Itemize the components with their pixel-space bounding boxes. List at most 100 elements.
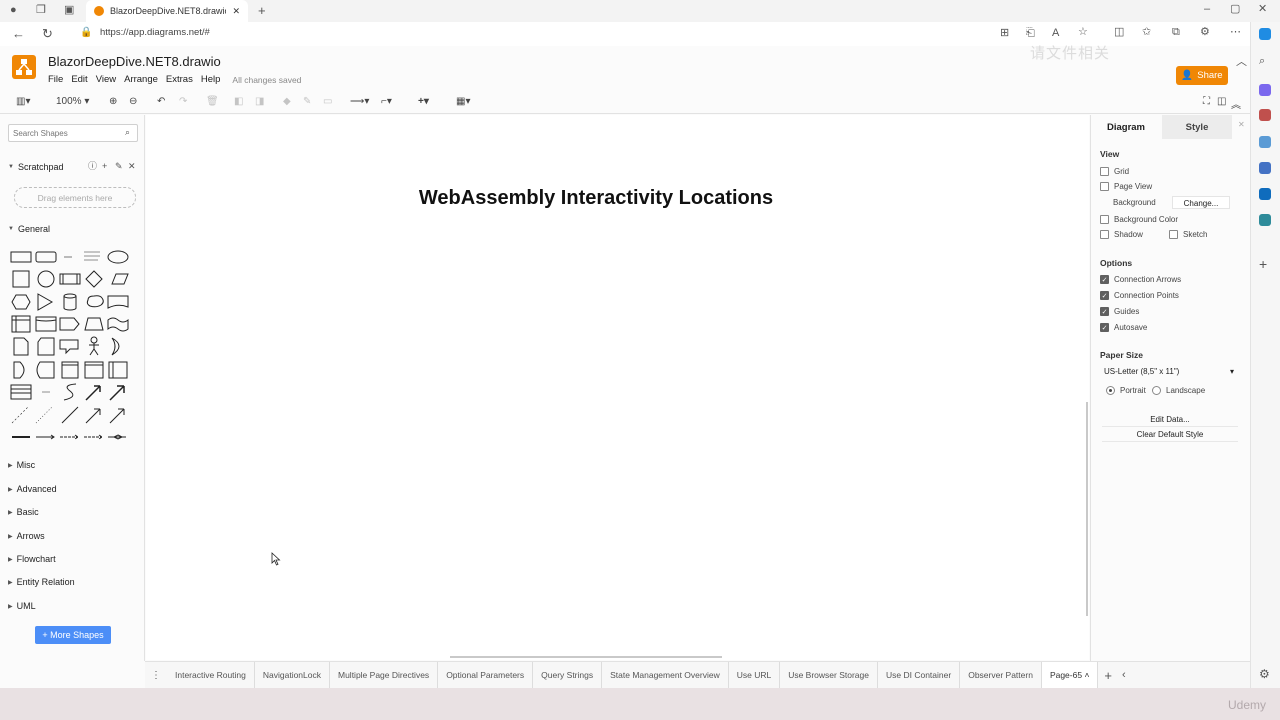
shape-process[interactable] (59, 273, 81, 285)
portrait-radio[interactable] (1106, 386, 1115, 395)
landscape-option[interactable]: Landscape (1152, 386, 1205, 395)
scratchpad-edit-icon[interactable]: ✎ (115, 162, 123, 171)
shape-square[interactable] (12, 270, 30, 288)
page-view-option[interactable]: Page View (1100, 182, 1152, 191)
minimize-icon[interactable]: – (1204, 4, 1210, 15)
menu-view[interactable]: View (96, 74, 116, 85)
library-flowchart[interactable]: ▶ Flowchart (8, 554, 56, 564)
guides-checkbox[interactable]: ✓ (1100, 307, 1109, 316)
shape-actor[interactable] (89, 336, 99, 356)
shape-textbox[interactable] (84, 251, 100, 261)
close-window-icon[interactable]: ✕ (1258, 4, 1267, 15)
apps-icon[interactable]: ⊞ (1000, 28, 1009, 39)
more-shapes-button[interactable]: + More Shapes (35, 626, 111, 644)
scratchpad-dropzone[interactable]: Drag elements here (14, 187, 136, 208)
shape-line[interactable] (61, 406, 79, 424)
library-basic[interactable]: ▶ Basic (8, 507, 39, 517)
undo-icon[interactable]: ↶ (157, 96, 165, 107)
format-toggle-icon[interactable]: ◫ (1217, 96, 1226, 107)
background-color-option[interactable]: Background Color (1100, 215, 1178, 224)
sidebar-add-icon[interactable]: + (1259, 257, 1267, 271)
library-advanced[interactable]: ▶ Advanced (8, 484, 57, 494)
delete-icon[interactable]: 🗑 (206, 96, 219, 107)
insert-icon[interactable]: +▾ (418, 96, 429, 107)
zoom-in-icon[interactable]: ⊕ (109, 96, 117, 107)
library-entity-relation[interactable]: ▶ Entity Relation (8, 577, 75, 587)
restore-icon[interactable]: ▢ (1230, 4, 1240, 15)
tab-style[interactable]: Style (1162, 115, 1232, 139)
to-back-icon[interactable]: ◨ (255, 96, 264, 107)
autosave-checkbox[interactable]: ✓ (1100, 323, 1109, 332)
clear-default-style-button[interactable]: Clear Default Style (1102, 428, 1238, 442)
to-front-icon[interactable]: ◧ (234, 96, 243, 107)
shape-data-storage[interactable] (36, 361, 55, 379)
tab-close-icon[interactable]: ✕ (232, 6, 240, 17)
shape-link-dashed[interactable] (60, 434, 79, 440)
connection-points-option[interactable]: ✓ Connection Points (1100, 291, 1179, 300)
workspaces-icon[interactable]: ❐ (36, 5, 46, 16)
redo-icon[interactable]: ↷ (179, 96, 187, 107)
library-uml[interactable]: ▶ UML (8, 601, 36, 611)
favorite-star-icon[interactable]: ☆ (1078, 27, 1088, 38)
add-page-icon[interactable]: + (1098, 668, 1118, 683)
paper-size-select[interactable]: US-Letter (8,5" x 11") ▾ (1100, 364, 1238, 378)
scratchpad-add-icon[interactable]: + (102, 162, 107, 171)
menu-file[interactable]: File (48, 74, 63, 85)
diagram-title-text[interactable]: WebAssembly Interactivity Locations (146, 187, 1046, 210)
page-tab[interactable]: NavigationLock (255, 661, 330, 689)
new-tab-button[interactable]: + (258, 4, 266, 17)
format-panel-icon[interactable]: ▥▾ (16, 96, 30, 107)
fullscreen-icon[interactable]: ⛶ (1203, 96, 1210, 107)
page-tab[interactable]: Observer Pattern (960, 661, 1042, 689)
url-text[interactable]: https://app.diagrams.net/# (100, 27, 210, 38)
shape-rectangle[interactable] (10, 251, 32, 263)
shape-step[interactable] (59, 317, 80, 331)
shape-link-diamond[interactable] (108, 434, 126, 440)
shadow-checkbox[interactable] (1100, 230, 1109, 239)
shape-delay[interactable] (13, 361, 25, 379)
shape-rounded-rectangle[interactable] (35, 251, 57, 263)
horizontal-scrollbar[interactable] (450, 656, 722, 658)
library-arrows[interactable]: ▶ Arrows (8, 531, 45, 541)
document-title[interactable]: BlazorDeepDive.NET8.drawio (48, 54, 221, 69)
sidebar-search-icon[interactable]: ⌕ (1259, 55, 1271, 67)
page-tab[interactable]: Optional Parameters (438, 661, 534, 689)
page-tab[interactable]: Use DI Container (878, 661, 961, 689)
tab-diagram[interactable]: Diagram (1091, 115, 1161, 139)
extensions-icon[interactable]: ⚙ (1200, 27, 1210, 38)
shape-cube[interactable] (35, 316, 57, 332)
grid-checkbox[interactable] (1100, 167, 1109, 176)
menu-edit[interactable]: Edit (71, 74, 87, 85)
split-screen-icon[interactable]: ◫ (1114, 27, 1124, 38)
collapse-header-icon[interactable]: ︿ (1236, 57, 1247, 68)
shape-hexagon[interactable] (11, 294, 31, 310)
panel-close-icon[interactable]: ✕ (1238, 121, 1245, 129)
landscape-radio[interactable] (1152, 386, 1161, 395)
shadow-icon[interactable]: ▭ (323, 96, 332, 107)
read-aloud-icon[interactable]: A (1052, 28, 1059, 39)
shape-triangle[interactable] (37, 293, 54, 311)
connection-arrows-checkbox[interactable]: ✓ (1100, 275, 1109, 284)
page-tab[interactable]: Use Browser Storage (780, 661, 878, 689)
connection-points-checkbox[interactable]: ✓ (1100, 291, 1109, 300)
share-button[interactable]: 👤 Share (1176, 66, 1228, 85)
background-color-checkbox[interactable] (1100, 215, 1109, 224)
page-tab[interactable]: Use URL (729, 661, 781, 689)
sidebar-people-icon[interactable] (1259, 136, 1271, 148)
page-tab[interactable]: Interactive Routing (167, 661, 255, 689)
zoom-level[interactable]: 100% ▾ (56, 96, 89, 107)
scratchpad-help-icon[interactable]: ⓘ (88, 162, 97, 171)
shape-cylinder[interactable] (63, 293, 77, 311)
tab-actions-icon[interactable]: ▣ (64, 5, 74, 16)
table-icon[interactable]: ▦▾ (456, 96, 470, 107)
guides-option[interactable]: ✓ Guides (1100, 307, 1139, 316)
sketch-option[interactable]: Sketch (1169, 230, 1207, 239)
sidebar-games-icon[interactable] (1259, 162, 1271, 174)
shape-bidirectional-arrow[interactable] (85, 385, 101, 401)
shape-note[interactable] (13, 337, 29, 356)
shape-document[interactable] (107, 295, 129, 309)
shape-trapezoid[interactable] (84, 317, 104, 331)
favorites-icon[interactable]: ✩ (1142, 27, 1151, 38)
connection-arrows-option[interactable]: ✓ Connection Arrows (1100, 275, 1181, 284)
sidebar-send-icon[interactable] (1259, 214, 1271, 226)
